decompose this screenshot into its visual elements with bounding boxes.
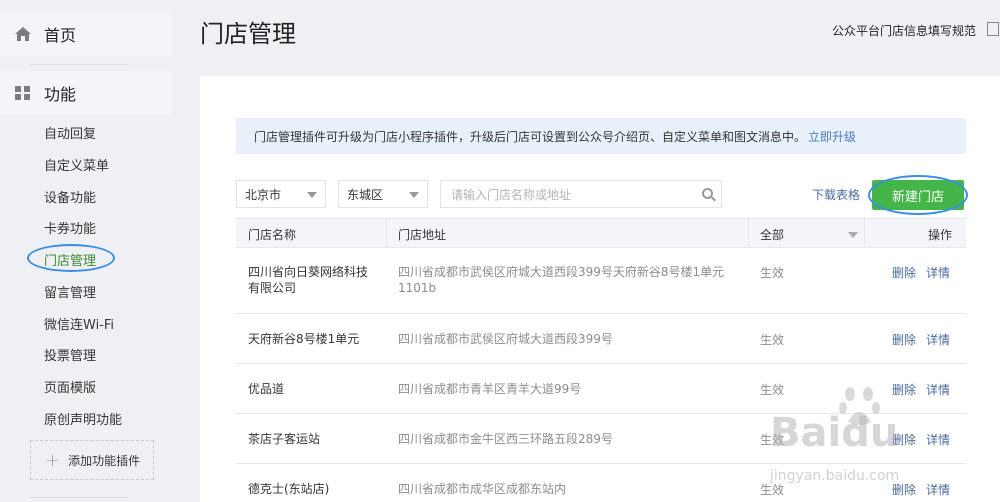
sidebar-item-comments[interactable]: 留言管理	[44, 282, 96, 301]
sidebar-item-auto-reply[interactable]: 自动回复	[44, 123, 96, 142]
guide-link[interactable]: 公众平台门店信息填写规范	[832, 22, 976, 39]
upgrade-notice: 门店管理插件可升级为门店小程序插件，升级后门店可设置到公众号介绍页、自定义菜单和…	[236, 118, 966, 154]
row-actions: 删除 详情	[892, 264, 960, 281]
highlight-ring	[27, 244, 115, 272]
store-name: 德克士(东站店)	[248, 482, 330, 496]
sidebar-item-vote[interactable]: 投票管理	[44, 345, 96, 364]
plus-icon: +	[45, 449, 61, 471]
row-actions: 删除 详情	[892, 381, 960, 398]
store-search-input[interactable]: 请输入门店名称或地址	[440, 180, 722, 208]
column-divider	[748, 219, 749, 247]
store-address: 四川省成都市青羊区青羊大道99号	[398, 382, 582, 396]
sidebar: 首页 功能 自动回复 自定义菜单 设备功能 卡券功能 门店管理 留言管理 微信连…	[0, 0, 172, 502]
chevron-down-icon	[409, 192, 419, 198]
main-panel: 门店管理插件可升级为门店小程序插件，升级后门店可设置到公众号介绍页、自定义菜单和…	[200, 76, 1000, 502]
grid-icon	[15, 86, 30, 100]
store-status: 生效	[760, 333, 785, 347]
sidebar-home[interactable]: 首页	[0, 12, 172, 56]
delete-link[interactable]: 删除	[892, 383, 916, 397]
row-actions: 删除 详情	[892, 431, 960, 448]
store-name: 茶店子客运站	[248, 432, 321, 446]
city-select[interactable]: 北京市	[236, 180, 326, 208]
store-status: 生效	[760, 433, 785, 447]
sidebar-function-section: 功能	[0, 71, 172, 115]
search-placeholder: 请输入门店名称或地址	[451, 187, 572, 202]
upgrade-link[interactable]: 立即升级	[808, 128, 856, 145]
sidebar-function-label: 功能	[44, 85, 77, 104]
table-row: 茶店子客运站 四川省成都市金牛区西三环路五段289号 生效 删除 详情	[236, 414, 966, 464]
status-filter[interactable]: 全部	[760, 226, 860, 243]
row-actions: 删除 详情	[892, 331, 960, 348]
store-status: 生效	[760, 266, 785, 280]
delete-link[interactable]: 删除	[892, 483, 916, 497]
store-name: 四川省向日葵网络科技有限公司	[248, 265, 369, 295]
detail-link[interactable]: 详情	[926, 333, 950, 347]
search-icon[interactable]	[702, 188, 713, 199]
sidebar-item-original-claim[interactable]: 原创声明功能	[44, 409, 122, 428]
store-address: 四川省成都市武侯区府城大道西段399号	[398, 332, 613, 346]
column-header-address: 门店地址	[398, 228, 447, 242]
highlight-ring	[868, 175, 968, 215]
download-table-link[interactable]: 下载表格	[812, 186, 860, 203]
delete-link[interactable]: 删除	[892, 266, 916, 280]
status-filter-label: 全部	[760, 228, 785, 242]
table-row: 优品道 四川省成都市青羊区青羊大道99号 生效 删除 详情	[236, 364, 966, 414]
add-plugin-button[interactable]: + 添加功能插件	[30, 440, 154, 480]
page-title: 门店管理	[200, 20, 296, 48]
store-name: 优品道	[248, 382, 285, 396]
detail-link[interactable]: 详情	[926, 383, 950, 397]
sidebar-item-coupon[interactable]: 卡券功能	[44, 218, 96, 237]
store-address: 四川省成都市成华区成都东站内	[398, 482, 567, 496]
sidebar-home-label: 首页	[44, 26, 77, 45]
store-status: 生效	[760, 383, 785, 397]
sidebar-item-custom-menu[interactable]: 自定义菜单	[44, 155, 109, 174]
column-divider	[386, 219, 387, 247]
chevron-down-icon	[307, 192, 317, 198]
chevron-down-icon	[848, 232, 858, 238]
district-select-value: 东城区	[347, 187, 384, 202]
table-header: 门店名称 门店地址 全部 操作	[236, 218, 966, 248]
detail-link[interactable]: 详情	[926, 266, 950, 280]
store-address: 四川省成都市武侯区府城大道西段399号天府新谷8号楼1单元1101b	[398, 265, 725, 295]
notice-text: 门店管理插件可升级为门店小程序插件，升级后门店可设置到公众号介绍页、自定义菜单和…	[254, 129, 807, 144]
city-select-value: 北京市	[245, 187, 282, 202]
table-row: 四川省向日葵网络科技有限公司 四川省成都市武侯区府城大道西段399号天府新谷8号…	[236, 248, 966, 314]
column-divider	[864, 219, 865, 247]
store-name: 天府新谷8号楼1单元	[248, 332, 360, 346]
sidebar-item-device[interactable]: 设备功能	[44, 187, 96, 206]
sidebar-divider	[30, 64, 128, 65]
sidebar-item-wifi[interactable]: 微信连Wi-Fi	[44, 314, 114, 333]
delete-link[interactable]: 删除	[892, 333, 916, 347]
store-address: 四川省成都市金牛区西三环路五段289号	[398, 432, 613, 446]
store-status: 生效	[760, 483, 785, 497]
sidebar-divider-bottom	[30, 497, 128, 498]
add-plugin-label: 添加功能插件	[68, 453, 141, 468]
home-icon	[15, 27, 31, 41]
detail-link[interactable]: 详情	[926, 483, 950, 497]
row-actions: 删除 详情	[892, 481, 960, 498]
table-row: 天府新谷8号楼1单元 四川省成都市武侯区府城大道西段399号 生效 删除 详情	[236, 314, 966, 364]
document-icon[interactable]	[987, 22, 999, 36]
column-header-name: 门店名称	[248, 228, 297, 242]
column-header-ops: 操作	[928, 228, 953, 242]
district-select[interactable]: 东城区	[338, 180, 428, 208]
sidebar-item-page-template[interactable]: 页面模版	[44, 377, 96, 396]
detail-link[interactable]: 详情	[926, 433, 950, 447]
table-row: 德克士(东站店) 四川省成都市成华区成都东站内 生效 删除 详情	[236, 464, 966, 502]
delete-link[interactable]: 删除	[892, 433, 916, 447]
